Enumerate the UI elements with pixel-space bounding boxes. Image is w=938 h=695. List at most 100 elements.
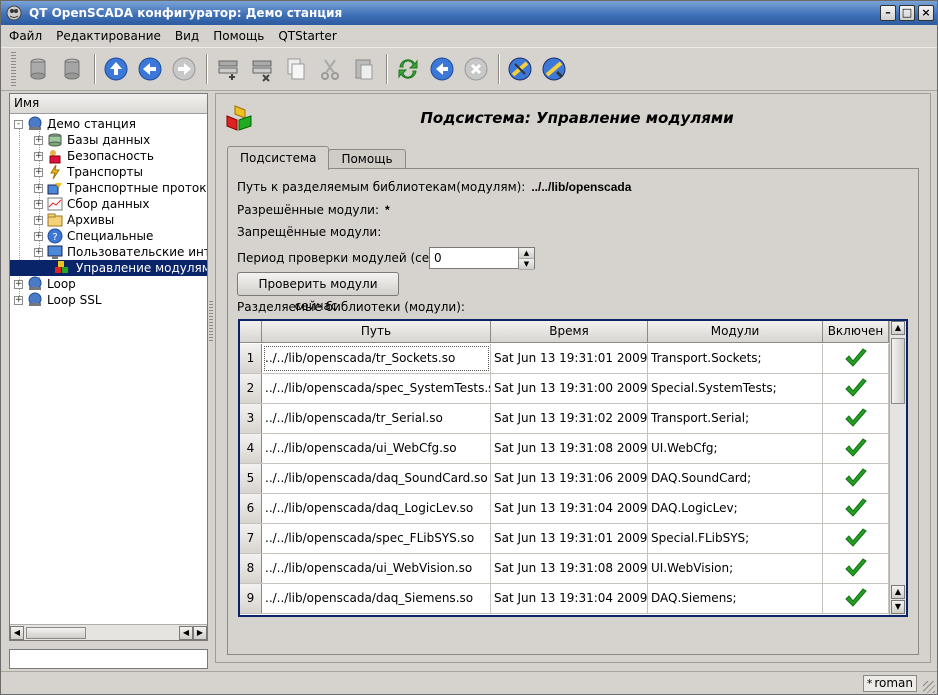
menu-view[interactable]: Вид (175, 29, 199, 43)
tree-node-loop[interactable]: + Loop (14, 276, 76, 292)
row-number[interactable]: 7 (240, 524, 262, 553)
close-button[interactable]: × (918, 5, 934, 21)
stop-button[interactable] (460, 53, 492, 85)
paste-button[interactable] (348, 53, 380, 85)
column-header-enabled[interactable]: Включен (823, 321, 889, 342)
cell-enabled[interactable] (823, 584, 889, 613)
cell-time[interactable]: Sat Jun 13 19:31:01 2009 (491, 344, 648, 373)
cell-modules[interactable]: Special.SystemTests; (648, 374, 823, 403)
collapse-icon[interactable]: - (14, 119, 23, 129)
table-row[interactable]: 7 ../../lib/openscada/spec_FLibSYS.so Sa… (240, 524, 889, 554)
tree-horizontal-scrollbar[interactable]: ◀ ◀ ▶ (10, 624, 207, 640)
cell-modules[interactable]: UI.WebCfg; (648, 434, 823, 463)
resize-grip[interactable] (923, 681, 935, 693)
maximize-button[interactable]: □ (899, 5, 915, 21)
scroll-right-button[interactable]: ▶ (193, 625, 207, 640)
tree-node-archives[interactable]: + Архивы (34, 212, 114, 228)
menu-help[interactable]: Помощь (213, 29, 264, 43)
table-vertical-scrollbar[interactable]: ▲ ▲ ▼ (889, 321, 906, 615)
expand-icon[interactable]: + (34, 135, 43, 145)
scroll-left-button[interactable]: ◀ (179, 625, 193, 640)
cell-enabled[interactable] (823, 434, 889, 463)
cell-path[interactable]: ../../lib/openscada/spec_SystemTests.so (262, 374, 491, 403)
tab-subsystem[interactable]: Подсистема (227, 146, 330, 170)
db-load-button[interactable] (22, 53, 54, 85)
cell-time[interactable]: Sat Jun 13 19:31:08 2009 (491, 434, 648, 463)
table-corner[interactable] (240, 321, 262, 342)
cell-time[interactable]: Sat Jun 13 19:31:08 2009 (491, 554, 648, 583)
cell-enabled[interactable] (823, 554, 889, 583)
cell-modules[interactable]: Transport.Serial; (648, 404, 823, 433)
copy-button[interactable] (280, 53, 312, 85)
tree-node-demo-station[interactable]: - Демо станция (14, 116, 136, 132)
check-period-value[interactable]: 0 (430, 248, 518, 268)
row-number[interactable]: 6 (240, 494, 262, 523)
row-number[interactable]: 3 (240, 404, 262, 433)
expand-icon[interactable]: + (34, 215, 43, 225)
forward-button[interactable] (168, 53, 200, 85)
cell-modules[interactable]: DAQ.LogicLev; (648, 494, 823, 523)
scroll-up-button[interactable]: ▲ (891, 585, 905, 599)
panel-splitter[interactable] (209, 301, 213, 341)
table-row[interactable]: 8 ../../lib/openscada/ui_WebVision.so Sa… (240, 554, 889, 584)
app-icon[interactable] (5, 4, 23, 22)
spin-up-button[interactable]: ▲ (519, 248, 534, 259)
cell-path[interactable]: ../../lib/openscada/tr_Serial.so (262, 404, 491, 433)
refresh-button[interactable] (392, 53, 424, 85)
up-button[interactable] (100, 53, 132, 85)
tab-help[interactable]: Помощь (328, 149, 406, 170)
row-number[interactable]: 2 (240, 374, 262, 403)
db-save-button[interactable] (56, 53, 88, 85)
table-row[interactable]: 6 ../../lib/openscada/daq_LogicLev.so Sa… (240, 494, 889, 524)
cell-path[interactable]: ../../lib/openscada/tr_Sockets.so (262, 344, 491, 373)
allowed-modules-value[interactable]: * (385, 203, 390, 217)
cell-path[interactable]: ../../lib/openscada/ui_WebCfg.so (262, 434, 491, 463)
menu-qtstarter[interactable]: QTStarter (278, 29, 336, 43)
spin-down-button[interactable]: ▼ (519, 259, 534, 270)
expand-icon[interactable]: + (34, 247, 43, 257)
scroll-left-button[interactable]: ◀ (10, 625, 24, 640)
expand-icon[interactable]: + (34, 151, 43, 161)
item-delete-button[interactable] (246, 53, 278, 85)
cell-modules[interactable]: Transport.Sockets; (648, 344, 823, 373)
cell-enabled[interactable] (823, 374, 889, 403)
check-modules-button[interactable]: Проверить модули сейчас. (237, 272, 399, 313)
libraries-table[interactable]: Путь Время Модули Включен 1 ../../lib/op… (238, 319, 908, 617)
cell-enabled[interactable] (823, 494, 889, 523)
scroll-up-button[interactable]: ▲ (891, 321, 905, 335)
tree-node-loop-ssl[interactable]: + Loop SSL (14, 292, 102, 308)
toolbar-grip[interactable] (11, 52, 16, 86)
minimize-button[interactable]: – (880, 5, 896, 21)
tree-info-field[interactable] (9, 649, 208, 669)
row-number[interactable]: 8 (240, 554, 262, 583)
expand-icon[interactable]: + (34, 199, 43, 209)
row-number[interactable]: 9 (240, 584, 262, 613)
cell-time[interactable]: Sat Jun 13 19:31:00 2009 (491, 374, 648, 403)
tree-node-data-acquisition[interactable]: + Сбор данных (34, 196, 149, 212)
cell-path[interactable]: ../../lib/openscada/spec_FLibSYS.so (262, 524, 491, 553)
cell-modules[interactable]: UI.WebVision; (648, 554, 823, 583)
cell-time[interactable]: Sat Jun 13 19:31:06 2009 (491, 464, 648, 493)
menu-edit[interactable]: Редактирование (56, 29, 161, 43)
cell-modules[interactable]: DAQ.Siemens; (648, 584, 823, 613)
cell-path[interactable]: ../../lib/openscada/daq_Siemens.so (262, 584, 491, 613)
cell-enabled[interactable] (823, 524, 889, 553)
table-row[interactable]: 5 ../../lib/openscada/daq_SoundCard.so S… (240, 464, 889, 494)
cell-modules[interactable]: DAQ.SoundCard; (648, 464, 823, 493)
lib-path-value[interactable]: ../../lib/openscada (531, 180, 631, 194)
cell-enabled[interactable] (823, 464, 889, 493)
expand-icon[interactable]: + (34, 183, 43, 193)
tree-header-name[interactable]: Имя (10, 94, 207, 114)
item-add-button[interactable] (212, 53, 244, 85)
cell-modules[interactable]: Special.FLibSYS; (648, 524, 823, 553)
expand-icon[interactable]: + (14, 279, 23, 289)
table-row[interactable]: 9 ../../lib/openscada/daq_Siemens.so Sat… (240, 584, 889, 614)
scroll-thumb[interactable] (891, 338, 905, 404)
row-number[interactable]: 5 (240, 464, 262, 493)
column-header-time[interactable]: Время (491, 321, 648, 342)
expand-icon[interactable]: + (34, 231, 43, 241)
row-number[interactable]: 4 (240, 434, 262, 463)
tree-node-transports[interactable]: + Транспорты (34, 164, 143, 180)
table-row[interactable]: 3 ../../lib/openscada/tr_Serial.so Sat J… (240, 404, 889, 434)
tree-node-specials[interactable]: + ? Специальные (34, 228, 153, 244)
